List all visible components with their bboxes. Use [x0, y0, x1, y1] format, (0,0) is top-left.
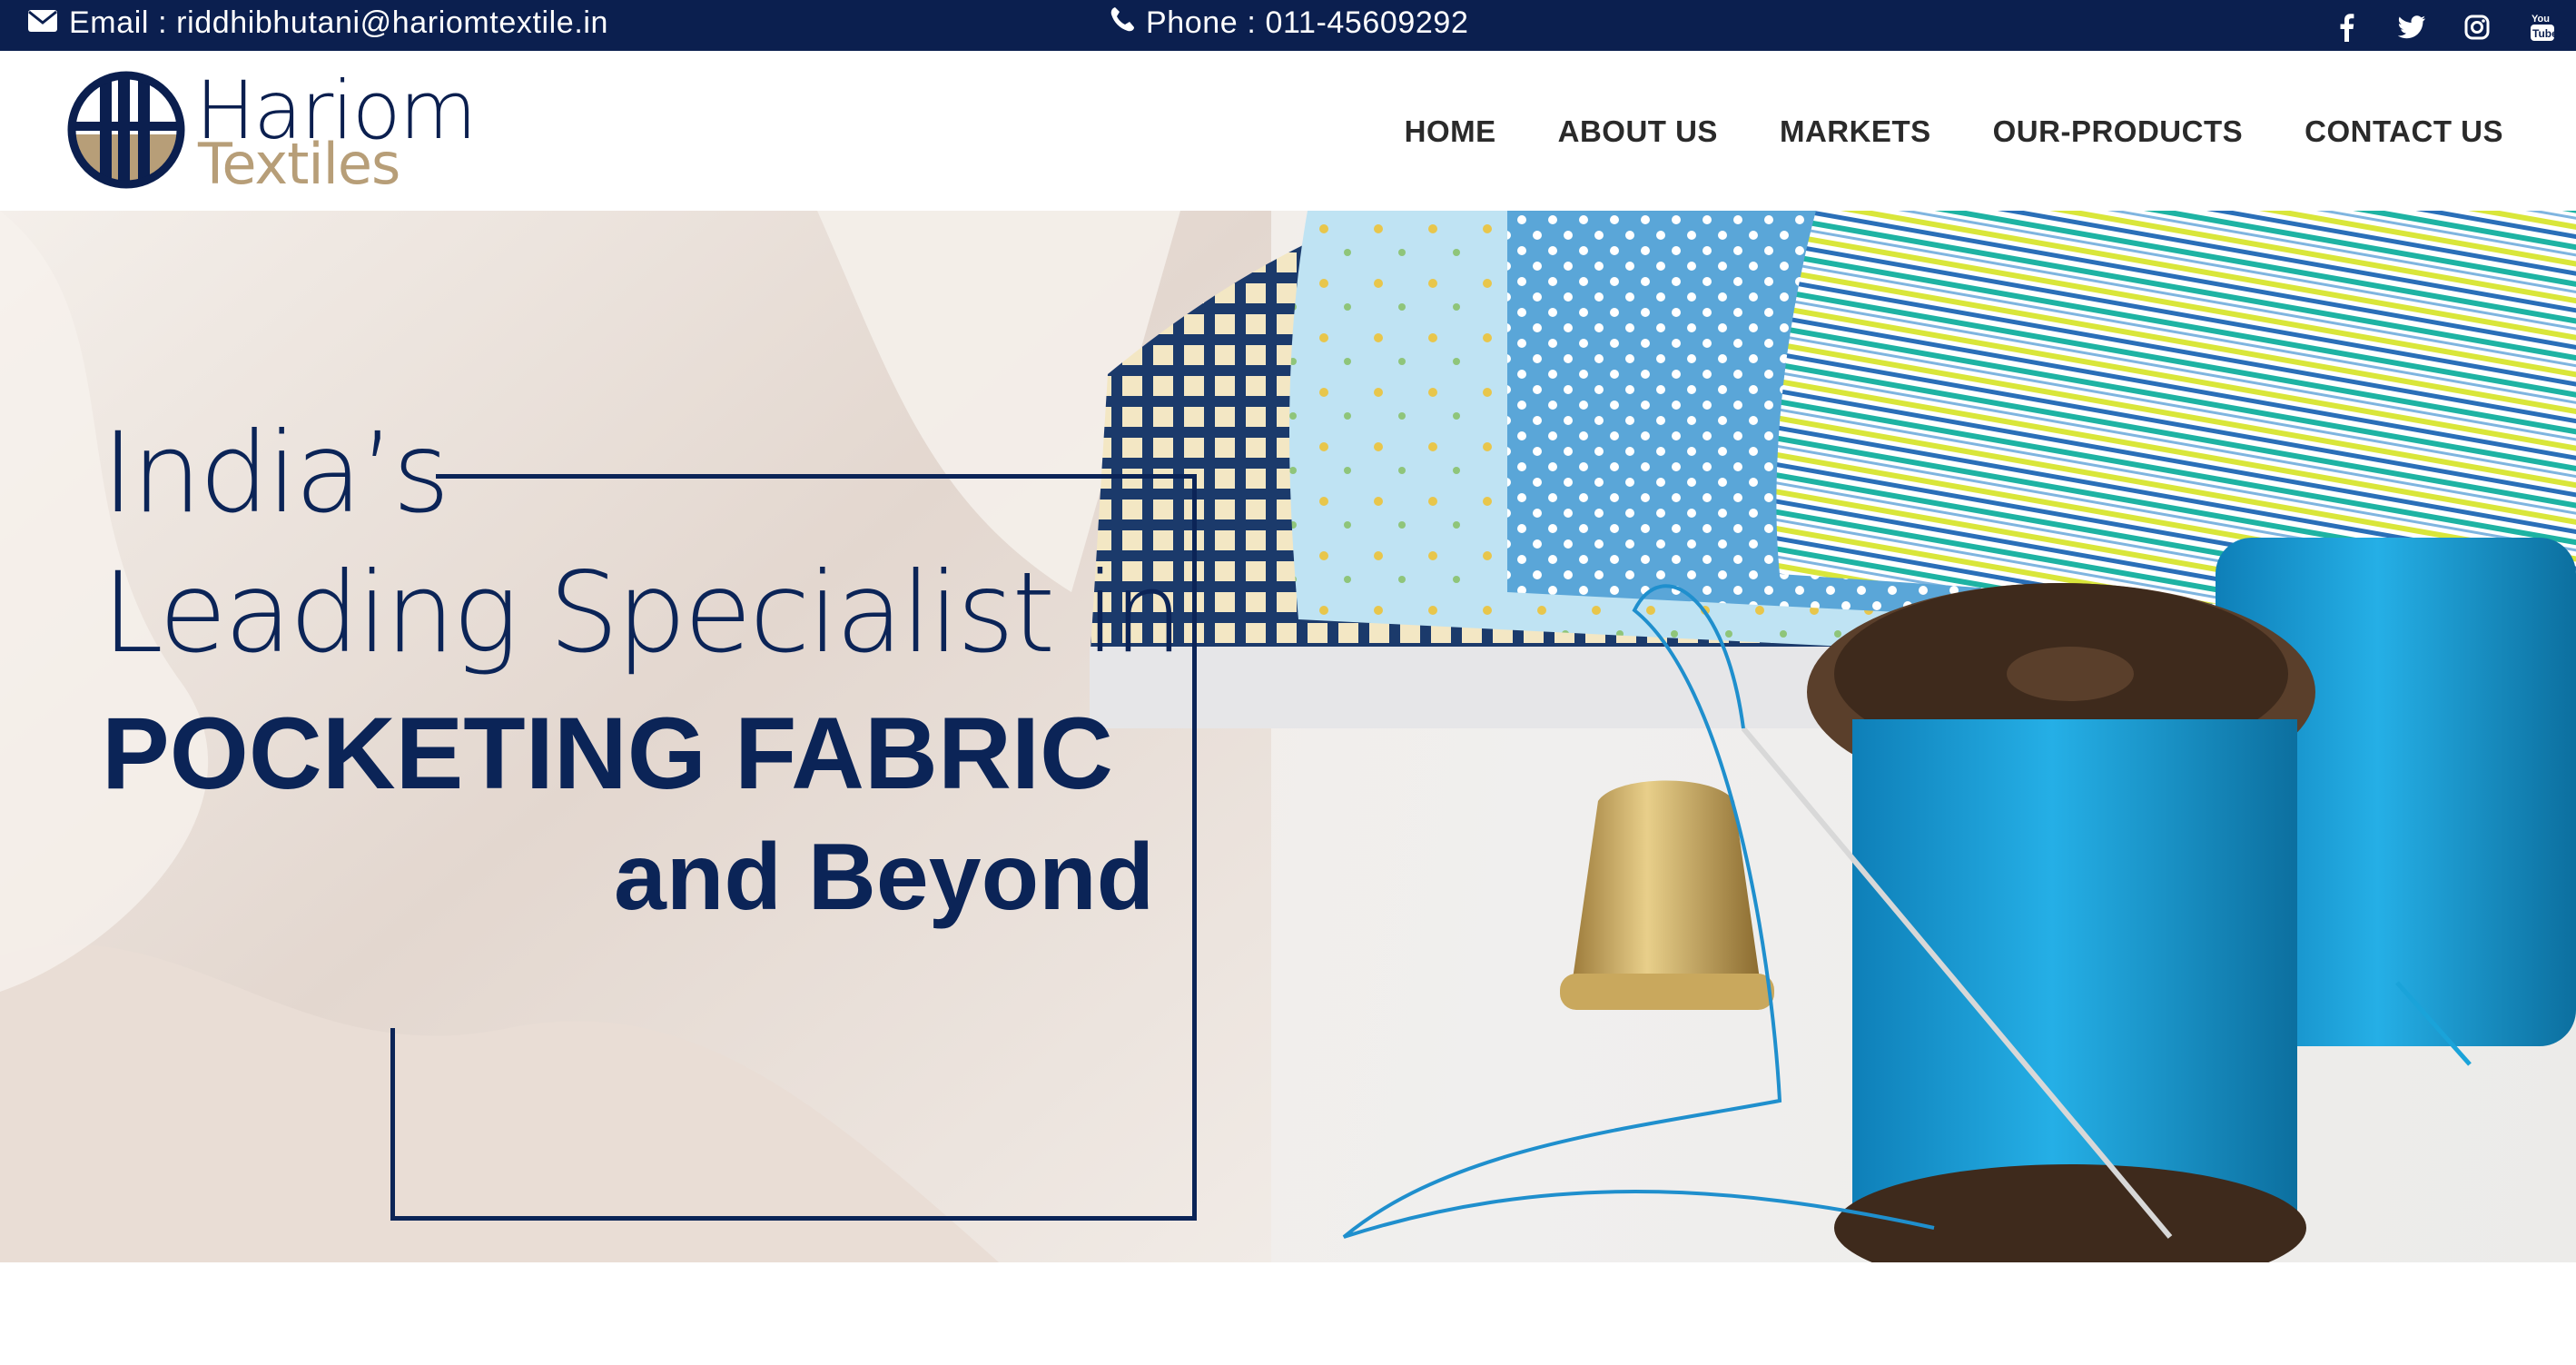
nav-our-products[interactable]: OUR-PRODUCTS: [1993, 114, 2244, 149]
hariom-logo[interactable]: Hariom Textiles: [65, 64, 538, 200]
youtube-icon[interactable]: You Tube: [2527, 12, 2558, 43]
hero-headline-line3: POCKETING FABRIC: [102, 697, 1113, 810]
social-links: You Tube: [2331, 4, 2558, 51]
nav-about-us[interactable]: ABOUT US: [1558, 114, 1718, 149]
phone-text: Phone : 011-45609292: [1146, 5, 1469, 40]
hero-headline-line2: Leading Specialist in: [102, 549, 1183, 678]
phone-icon: [1110, 5, 1146, 41]
hero-slider[interactable]: India’s Leading Specialist in POCKETING …: [0, 211, 2576, 1262]
logo-subtitle: Textiles: [198, 131, 400, 197]
phone-contact[interactable]: Phone : 011-45609292: [1110, 0, 1468, 45]
twitter-icon[interactable]: [2396, 12, 2427, 43]
logo-emblem-icon: [67, 71, 185, 189]
svg-text:Tube: Tube: [2532, 27, 2554, 40]
headline-frame-bottom: [390, 1216, 1197, 1221]
nav-contact-us[interactable]: CONTACT US: [2305, 114, 2503, 149]
headline-frame-left: [390, 1028, 395, 1221]
headline-frame-right: [1192, 474, 1197, 1221]
nav-home[interactable]: HOME: [1405, 114, 1496, 149]
instagram-icon[interactable]: [2462, 12, 2492, 43]
site-header: Hariom Textiles HOME ABOUT US MARKETS OU…: [0, 51, 2576, 211]
facebook-icon[interactable]: [2331, 12, 2362, 43]
main-navigation: HOME ABOUT US MARKETS OUR-PRODUCTS CONTA…: [1405, 114, 2503, 149]
hero-headline-line4: and Beyond: [614, 825, 1155, 930]
email-text: Email : riddhibhutani@hariomtextile.in: [69, 5, 609, 40]
headline-frame-top: [436, 474, 1197, 479]
email-contact[interactable]: Email : riddhibhutani@hariomtextile.in: [27, 0, 608, 45]
hero-headline-line1: India’s: [102, 409, 450, 538]
svg-text:You: You: [2532, 14, 2550, 25]
envelope-icon: [27, 5, 69, 41]
top-contact-bar: Email : riddhibhutani@hariomtextile.in P…: [0, 0, 2576, 51]
nav-markets[interactable]: MARKETS: [1780, 114, 1931, 149]
